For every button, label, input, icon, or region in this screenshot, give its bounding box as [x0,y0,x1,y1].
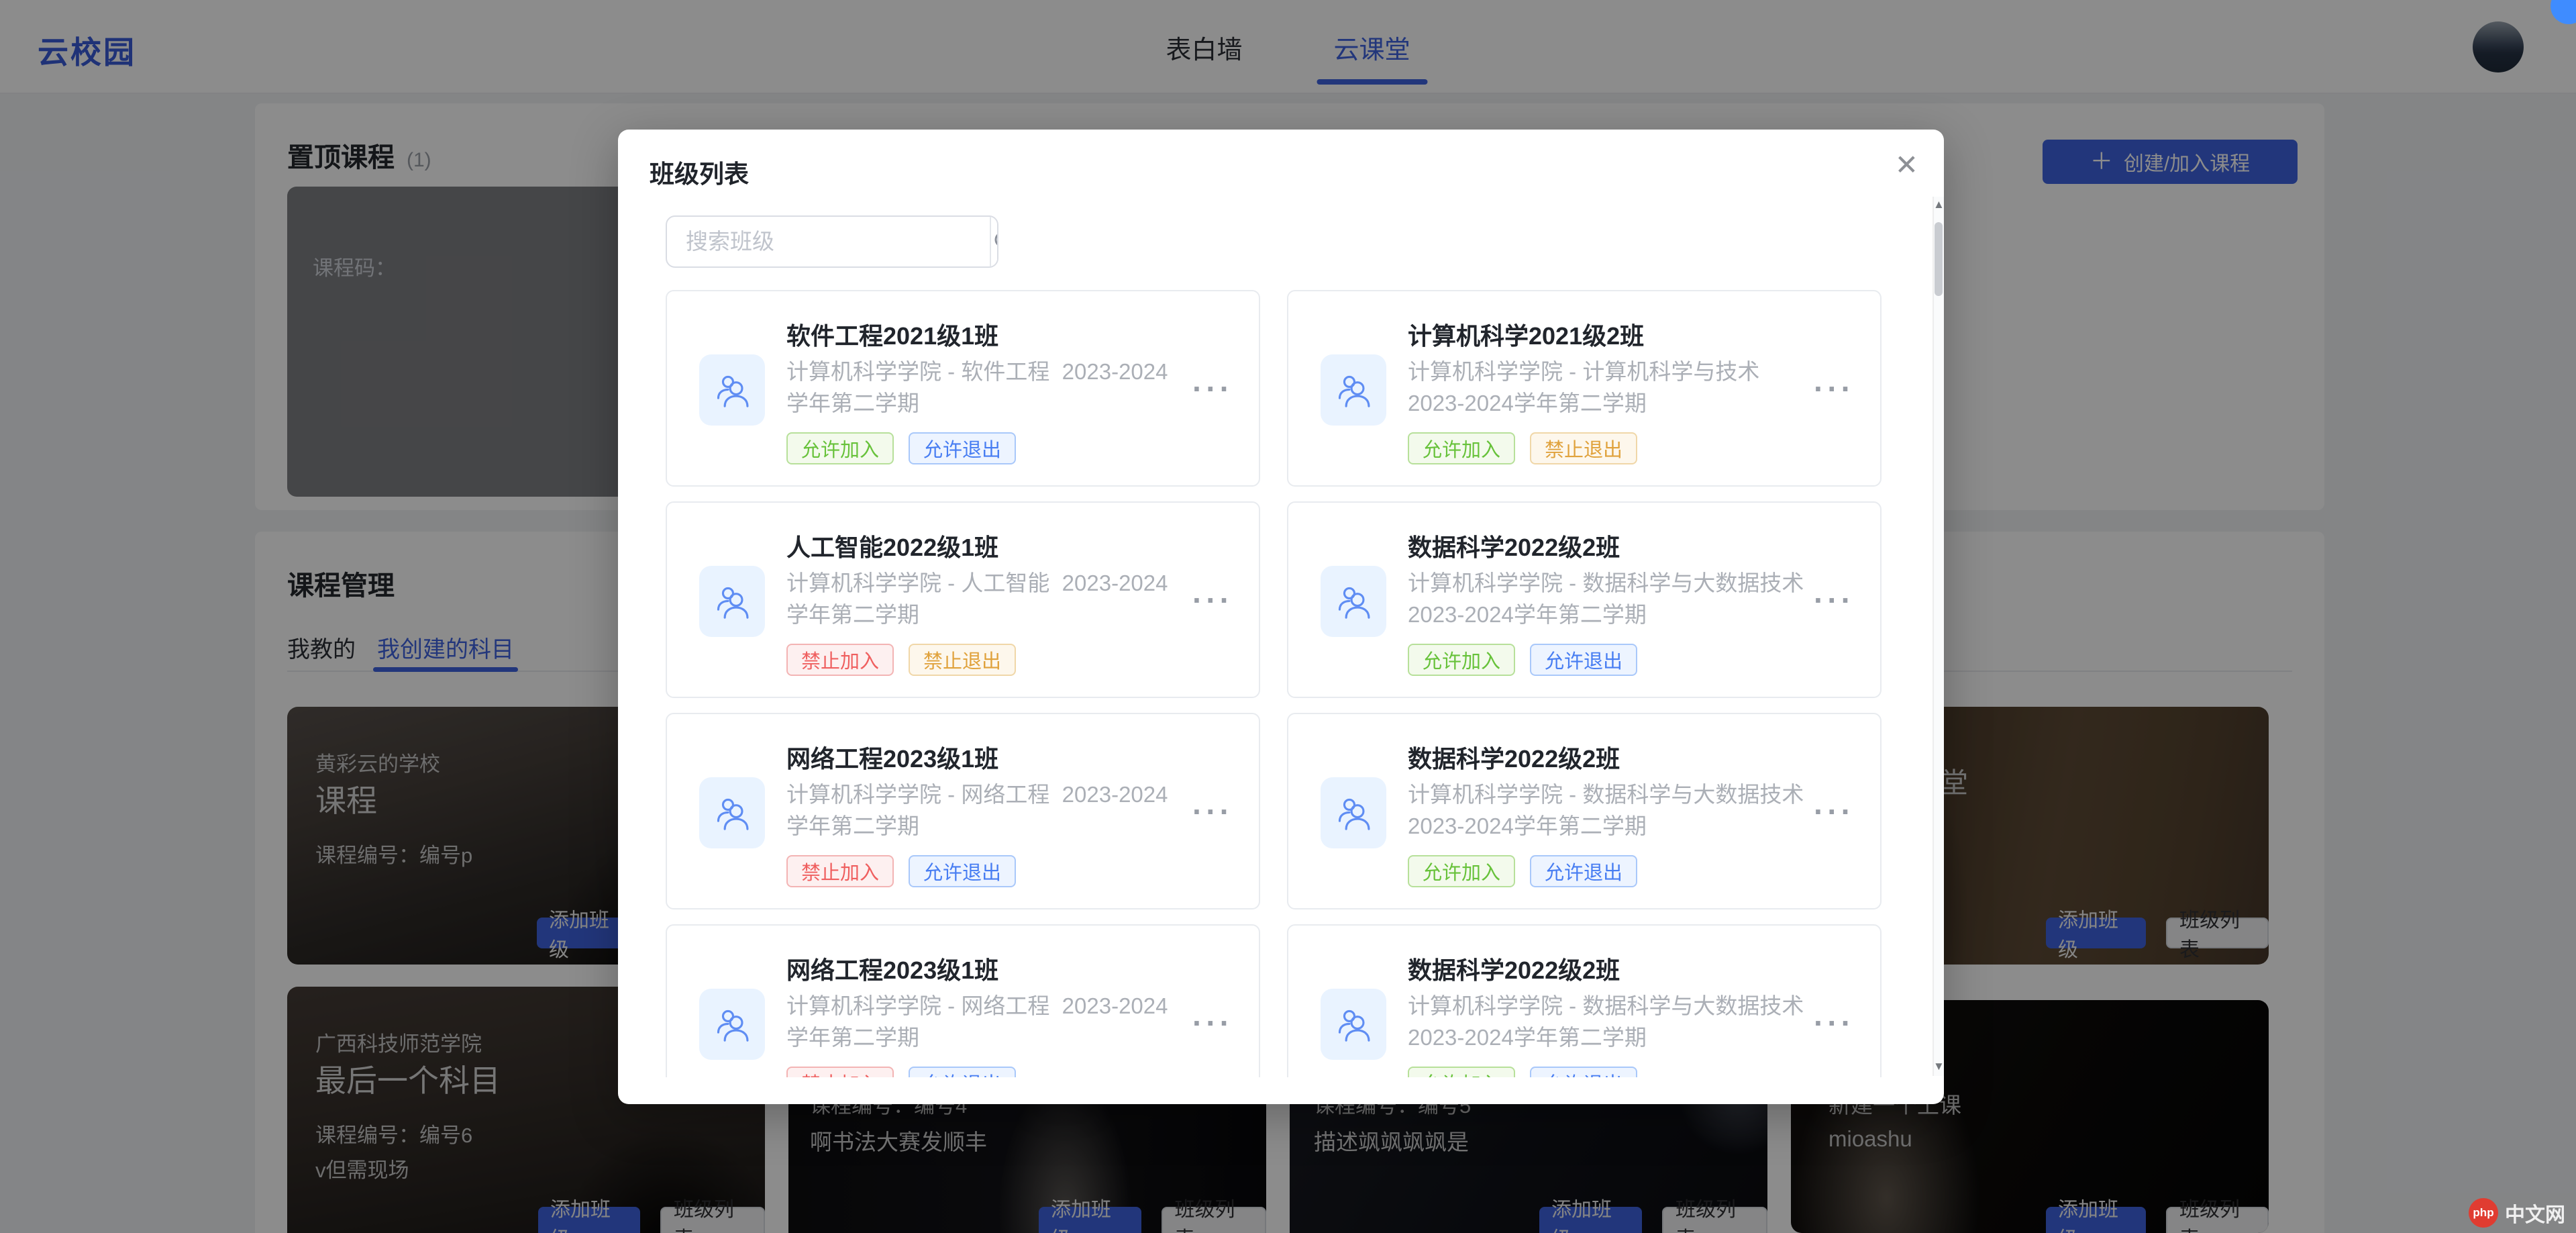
more-actions-icon[interactable]: ··· [1192,793,1233,830]
class-card[interactable]: 数据科学2022级2班 计算机科学学院 - 数据科学与大数据技术 2023-20… [1287,501,1882,698]
team-icon [713,582,752,621]
class-desc: 计算机科学学院 - 数据科学与大数据技术 2023-2024学年第二学期 [1408,779,1810,842]
quit-status-badge: 允许退出 [1530,644,1637,676]
more-actions-icon[interactable]: ··· [1814,793,1855,830]
class-badges: 允许加入 允许退出 [1408,644,1637,676]
close-icon[interactable]: ✕ [1895,148,1918,181]
class-desc: 计算机科学学院 - 计算机科学与技术 2023-2024学年第二学期 [1408,356,1810,419]
class-badges: 允许加入 允许退出 [1408,1067,1637,1077]
class-desc: 计算机科学学院 - 人工智能 2023-2024学年第二学期 [786,567,1189,630]
search-input[interactable] [667,217,990,266]
join-status-badge: 禁止加入 [786,644,894,676]
class-list-modal: 班级列表 ✕ 软件工程2021级1班 计算机科学学院 - [618,130,1944,1104]
team-icon [1334,582,1373,621]
class-icon-tile [699,566,765,637]
class-icon-tile [699,777,765,848]
watermark-text: 中文网 [2505,1198,2565,1228]
class-icon-tile [1321,989,1386,1060]
class-icon-tile [1321,566,1386,637]
class-badges: 禁止加入 禁止退出 [786,644,1016,676]
class-name: 数据科学2022级2班 [1408,740,1620,775]
quit-status-badge: 允许退出 [1530,855,1637,887]
quit-status-badge: 允许退出 [909,855,1016,887]
class-card[interactable]: 网络工程2023级1班 计算机科学学院 - 网络工程 2023-2024学年第二… [666,924,1260,1077]
class-name: 数据科学2022级2班 [1408,951,1620,986]
class-desc: 计算机科学学院 - 网络工程 2023-2024学年第二学期 [786,779,1189,842]
class-name: 网络工程2023级1班 [786,740,998,775]
more-actions-icon[interactable]: ··· [1192,371,1233,407]
quit-status-badge: 允许退出 [909,432,1016,464]
class-card[interactable]: 人工智能2022级1班 计算机科学学院 - 人工智能 2023-2024学年第二… [666,501,1260,698]
more-actions-icon[interactable]: ··· [1192,1005,1233,1041]
modal-scrollbar-thumb[interactable] [1935,222,1943,296]
team-icon [713,793,752,832]
class-name: 网络工程2023级1班 [786,951,998,986]
class-badges: 允许加入 禁止退出 [1408,432,1637,464]
team-icon [1334,1005,1373,1044]
join-status-badge: 允许加入 [1408,644,1515,676]
scroll-down-arrow-icon[interactable]: ▼ [1933,1060,1943,1073]
more-actions-icon[interactable]: ··· [1814,371,1855,407]
class-card[interactable]: 网络工程2023级1班 计算机科学学院 - 网络工程 2023-2024学年第二… [666,713,1260,909]
more-actions-icon[interactable]: ··· [1814,582,1855,618]
class-card[interactable]: 数据科学2022级2班 计算机科学学院 - 数据科学与大数据技术 2023-20… [1287,924,1882,1077]
class-badges: 允许加入 允许退出 [786,432,1016,464]
class-icon-tile [699,989,765,1060]
class-cards-list: 软件工程2021级1班 计算机科学学院 - 软件工程 2023-2024学年第二… [666,290,1896,1077]
app-root: 云校园 表白墙 云课堂 置顶课程(1) ＋ 创建/加入课程 课程码： 课程管理 … [0,0,2576,1233]
site-watermark: php 中文网 [2469,1198,2565,1228]
quit-status-badge: 允许退出 [909,1067,1016,1077]
modal-scrollbar-track[interactable] [1933,197,1944,1076]
class-name: 计算机科学2021级2班 [1408,317,1644,352]
class-desc: 计算机科学学院 - 网络工程 2023-2024学年第二学期 [786,990,1189,1053]
team-icon [713,1005,752,1044]
class-badges: 禁止加入 允许退出 [786,1067,1016,1077]
quit-status-badge: 禁止退出 [1530,432,1637,464]
class-desc: 计算机科学学院 - 数据科学与大数据技术 2023-2024学年第二学期 [1408,567,1810,630]
class-search [666,215,998,268]
team-icon [1334,793,1373,832]
scroll-up-arrow-icon[interactable]: ▲ [1933,198,1943,211]
php-logo-icon: php [2469,1198,2498,1228]
class-name: 数据科学2022级2班 [1408,528,1620,563]
modal-title: 班级列表 [650,154,749,190]
team-icon [1334,371,1373,409]
class-icon-tile [1321,354,1386,426]
class-name: 软件工程2021级1班 [786,317,998,352]
class-icon-tile [699,354,765,426]
join-status-badge: 禁止加入 [786,855,894,887]
more-actions-icon[interactable]: ··· [1192,582,1233,618]
class-name: 人工智能2022级1班 [786,528,998,563]
join-status-badge: 允许加入 [1408,1067,1515,1077]
team-icon [713,371,752,409]
class-card[interactable]: 软件工程2021级1班 计算机科学学院 - 软件工程 2023-2024学年第二… [666,290,1260,487]
join-status-badge: 允许加入 [1408,432,1515,464]
class-desc: 计算机科学学院 - 数据科学与大数据技术 2023-2024学年第二学期 [1408,990,1810,1053]
class-desc: 计算机科学学院 - 软件工程 2023-2024学年第二学期 [786,356,1189,419]
join-status-badge: 允许加入 [1408,855,1515,887]
quit-status-badge: 禁止退出 [909,644,1016,676]
quit-status-badge: 允许退出 [1530,1067,1637,1077]
class-icon-tile [1321,777,1386,848]
join-status-badge: 禁止加入 [786,1067,894,1077]
search-icon [991,228,998,255]
class-badges: 禁止加入 允许退出 [786,855,1016,887]
search-button[interactable] [990,217,998,266]
class-badges: 允许加入 允许退出 [1408,855,1637,887]
join-status-badge: 允许加入 [786,432,894,464]
more-actions-icon[interactable]: ··· [1814,1005,1855,1041]
class-card[interactable]: 数据科学2022级2班 计算机科学学院 - 数据科学与大数据技术 2023-20… [1287,713,1882,909]
class-card[interactable]: 计算机科学2021级2班 计算机科学学院 - 计算机科学与技术 2023-202… [1287,290,1882,487]
